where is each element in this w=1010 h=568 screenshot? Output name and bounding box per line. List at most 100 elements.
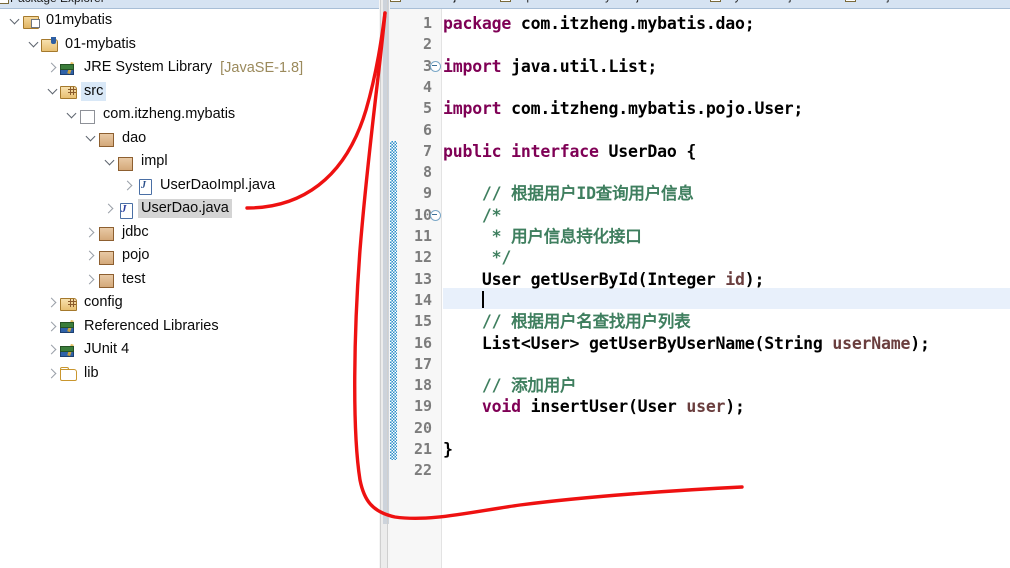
tree-item-junit-4[interactable]: JUnit 4 (0, 338, 379, 362)
tree-item-userdaoimpl-java[interactable]: J UserDaoImpl.java (0, 174, 379, 198)
editor-tab-userdao-java[interactable]: UserDao.java (390, 0, 475, 8)
tree-item-label: test (122, 270, 146, 287)
tree-item-label: impl (141, 153, 168, 170)
line-number: 17 (413, 354, 432, 373)
tree-item-label: Referenced Libraries (84, 317, 219, 334)
code-line-11: * 用户信息持化接口 (443, 226, 642, 247)
line-number: 11 (413, 227, 432, 245)
line-number: 6 (422, 120, 432, 139)
code-token: void (443, 397, 531, 417)
tree-item-config[interactable]: config (0, 291, 379, 315)
tree-item-jre-system-library[interactable]: JRE System Library [JavaSE-1.8] (0, 56, 379, 80)
library-pen-part (67, 61, 74, 74)
editor-text-area[interactable]: package com.itzheng.mybatis.dao; import j… (443, 9, 1010, 568)
chevron-down-icon[interactable] (84, 127, 97, 150)
package-explorer-view: Package Explorer 01mybatis 01-mybatis JRE … (0, 0, 379, 568)
tree-item-01-mybatis[interactable]: 01-mybatis (0, 33, 379, 57)
chevron-down-icon[interactable] (8, 9, 21, 32)
chevron-right-icon[interactable] (46, 338, 59, 361)
chevron-right-icon[interactable] (46, 315, 59, 338)
code-line-9: // 根据用户ID查询用户信息 (443, 183, 694, 204)
java-file-tab-icon (390, 0, 401, 2)
tree-item-dao[interactable]: dao (0, 127, 379, 151)
code-line-7: public interface UserDao { (443, 141, 696, 162)
code-line-3: import java.util.List; (443, 56, 657, 77)
library-pen-part (67, 343, 74, 356)
line-number: 4 (422, 77, 432, 96)
line-number: 7 (422, 141, 432, 160)
code-token: UserDao { (608, 141, 697, 161)
library-icon (59, 341, 77, 359)
tree-item-lib[interactable]: lib (0, 362, 379, 386)
line-number: 12 (413, 248, 432, 267)
code-token: ); (725, 397, 745, 417)
tree-item-impl[interactable]: impl (0, 150, 379, 174)
folder-icon (59, 364, 77, 382)
code-line-16: List<User> getUserByUserName(String user… (443, 333, 930, 354)
fold-collapse-icon[interactable] (430, 209, 441, 221)
tree-item-src[interactable]: src (0, 80, 379, 104)
tree-item-label: dao (122, 129, 147, 146)
tree-item-label: 01mybatis (46, 12, 113, 29)
chevron-right-icon[interactable] (122, 174, 135, 197)
chevron-right-icon[interactable] (46, 362, 59, 385)
chevron-down-icon[interactable] (27, 33, 40, 56)
code-line-18: // 添加用户 (443, 375, 577, 396)
editor-tab-label: SqlSessionFactoryUtils.java (515, 0, 658, 3)
tree-item-pojo[interactable]: pojo (0, 244, 379, 268)
gutter-separator (441, 9, 442, 568)
code-line-5: import com.itzheng.mybatis.pojo.User; (443, 98, 803, 119)
code-line-1: package com.itzheng.mybatis.dao; (443, 13, 755, 34)
java-file-tab-icon (500, 0, 511, 2)
editor-tab-user-java[interactable]: User.java (845, 0, 908, 8)
code-line-13: User getUserById(Integer id); (443, 269, 765, 290)
chevron-right-icon[interactable] (46, 291, 59, 314)
chevron-right-icon[interactable] (84, 268, 97, 291)
chevron-right-icon[interactable] (46, 56, 59, 79)
code-token: java.util.List; (511, 56, 658, 76)
editor-tab-sqlsessionfactoryutils-java[interactable]: SqlSessionFactoryUtils.java (500, 0, 658, 8)
java-project-folder-icon (40, 35, 58, 53)
code-token: } (443, 440, 453, 459)
tree-item-userdao-java[interactable]: J UserDao.java (0, 197, 379, 221)
tree-item-label: UserDao.java (138, 199, 232, 219)
code-token: User getUserById(Integer (443, 269, 726, 289)
line-number: 20 (413, 418, 432, 437)
tree-item-01mybatis[interactable]: 01mybatis (0, 9, 379, 33)
line-number: 16 (413, 333, 432, 352)
line-number: 21 (413, 440, 432, 458)
chevron-right-icon[interactable] (84, 221, 97, 244)
editor-line-number-gutter[interactable]: 1 2 3 4 5 6 7 8 9 10 11 12 13 14 15 16 17 18 19 20 21 22 (397, 9, 442, 568)
code-token: * 用户信息持化接口 (443, 227, 642, 246)
editor-change-bar (390, 9, 397, 568)
tree-item-jdbc[interactable]: jdbc (0, 221, 379, 245)
project-tree[interactable]: 01mybatis 01-mybatis JRE System Library [Ja… (0, 9, 379, 568)
chevron-right-icon[interactable] (84, 244, 97, 267)
tree-item-com-itzheng-mybatis[interactable]: com.itzheng.mybatis (0, 103, 379, 127)
panel-sash[interactable] (379, 0, 390, 568)
line-number: 1 (422, 14, 432, 32)
line-number: 22 (413, 461, 432, 480)
fold-collapse-icon[interactable] (430, 60, 441, 72)
package-icon (97, 270, 115, 289)
explorer-scrollbar-thumb[interactable] (383, 0, 389, 524)
package-empty-icon (78, 106, 96, 124)
tree-item-test[interactable]: test (0, 268, 379, 292)
editor-tab-bar[interactable]: UserDao.java SqlSessionFactoryUtils.java M… (390, 0, 1010, 9)
chevron-down-icon[interactable] (46, 80, 59, 103)
tree-item-referenced-libraries[interactable]: Referenced Libraries (0, 315, 379, 339)
editor-tab-mybatistest-java[interactable]: MybatisTest.java (710, 0, 810, 8)
chevron-right-icon[interactable] (103, 197, 116, 220)
line-number: 5 (422, 99, 432, 118)
change-bar-segment (390, 140, 397, 461)
code-line-12: */ (443, 247, 512, 268)
java-interface-file-icon: J (116, 200, 134, 219)
java-file-tab-icon (845, 0, 856, 2)
package-explorer-tab[interactable]: Package Explorer (0, 0, 379, 9)
library-pen-part (67, 320, 74, 333)
chevron-down-icon[interactable] (103, 150, 116, 173)
chevron-down-icon[interactable] (65, 103, 78, 126)
tree-item-label: UserDaoImpl.java (160, 176, 276, 193)
code-token: // 添加用户 (443, 376, 577, 396)
line-number: 19 (413, 397, 432, 416)
